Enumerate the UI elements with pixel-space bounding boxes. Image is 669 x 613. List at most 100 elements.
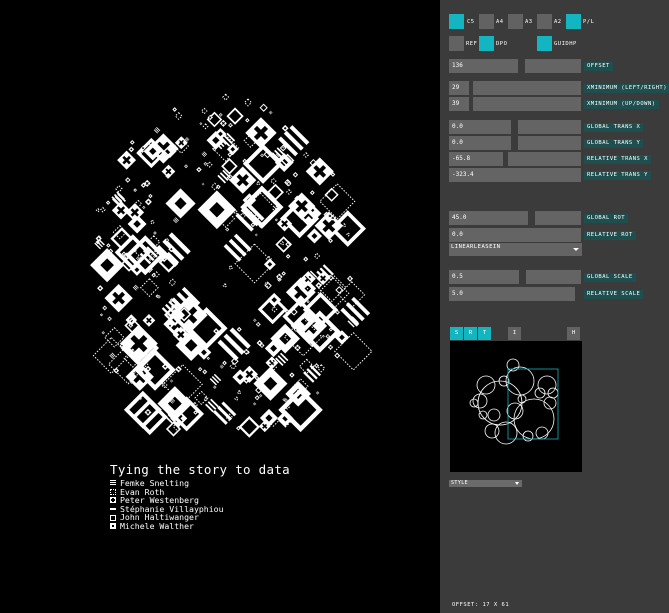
global-trans-x-label: GLOBAL TRANS X xyxy=(584,123,644,132)
stripes-icon xyxy=(110,480,116,487)
square-outline-icon xyxy=(110,514,116,521)
pattern-tile xyxy=(227,152,233,157)
relative-rot-field[interactable]: 0.0 xyxy=(449,228,581,242)
format-c5-label: C5 xyxy=(467,19,475,25)
pattern-tile xyxy=(286,189,292,195)
format-a2-button[interactable] xyxy=(537,14,552,29)
format-a4-button[interactable] xyxy=(479,14,494,29)
global-trans-y-field[interactable]: 0.0 xyxy=(449,136,511,150)
global-scale-value: 0.5 xyxy=(452,273,463,280)
pattern-tile xyxy=(292,172,299,178)
format-a4-label: A4 xyxy=(496,19,504,25)
pattern-tile xyxy=(238,416,261,438)
format-a3-button[interactable] xyxy=(508,14,523,29)
relative-scale-label: RELATIVE SCALE xyxy=(584,290,644,299)
global-trans-y-slider[interactable] xyxy=(518,136,581,150)
tab-i[interactable]: I xyxy=(508,327,521,340)
global-trans-y-label: GLOBAL TRANS Y xyxy=(584,139,644,148)
shape-preview[interactable] xyxy=(450,341,582,472)
dotted-square-icon xyxy=(110,488,116,495)
relative-trans-x-value: -65.8 xyxy=(452,155,471,162)
relative-rot-label: RELATIVE ROT xyxy=(584,231,636,240)
x-minimum-slider[interactable] xyxy=(473,81,581,95)
pattern-tile xyxy=(99,206,106,213)
easing-dropdown[interactable]: LINEARLEASEIN xyxy=(449,243,582,256)
artwork-title: Tying the story to data xyxy=(110,462,290,477)
offset-slider[interactable] xyxy=(525,59,581,73)
pattern-tile xyxy=(168,278,177,287)
x-minimum-label: XMINIMUM (LEFT/RIGHT) xyxy=(584,84,669,93)
pattern-tile xyxy=(234,396,239,402)
dpo-label: DPO xyxy=(496,41,508,47)
x-minimum-field[interactable]: 29 xyxy=(449,81,469,95)
relative-trans-x-label: RELATIVE TRANS X xyxy=(584,155,651,164)
global-rot-field[interactable]: 45.0 xyxy=(449,211,528,225)
pattern-tile xyxy=(324,187,339,202)
pattern-tile xyxy=(228,264,234,271)
global-trans-x-slider[interactable] xyxy=(518,120,581,134)
pattern-tile xyxy=(243,98,253,107)
pattern-tile xyxy=(264,281,272,290)
offset-field[interactable]: 136 xyxy=(449,59,518,73)
relative-trans-x-field[interactable]: -65.8 xyxy=(449,152,503,166)
y-minimum-field[interactable]: 39 xyxy=(449,97,469,111)
global-scale-label: GLOBAL SCALE xyxy=(584,273,636,282)
pattern-tile xyxy=(115,185,123,193)
offset-label: OFFSET xyxy=(584,62,613,71)
pattern-tile xyxy=(139,278,159,297)
y-minimum-value: 39 xyxy=(452,100,460,107)
global-rot-slider[interactable] xyxy=(535,211,581,225)
pattern-tile xyxy=(259,103,268,112)
relative-scale-value: 5.0 xyxy=(452,290,463,297)
global-scale-field[interactable]: 0.5 xyxy=(449,270,519,284)
offset-value: 136 xyxy=(452,62,463,69)
dpo-toggle[interactable] xyxy=(479,36,494,51)
tab-s[interactable]: S xyxy=(450,327,463,340)
style-value: STYLE xyxy=(451,480,469,486)
guide-label: GUIDHP xyxy=(554,41,577,47)
dash-icon xyxy=(110,508,116,511)
guide-toggle[interactable] xyxy=(537,36,552,51)
pattern-tile xyxy=(106,243,111,248)
global-scale-slider[interactable] xyxy=(526,270,581,284)
ref-toggle[interactable] xyxy=(449,36,464,51)
format-c5-button[interactable] xyxy=(449,14,464,29)
x-minimum-value: 29 xyxy=(452,84,460,91)
pattern-tile xyxy=(105,200,111,205)
relative-trans-y-label: RELATIVE TRANS Y xyxy=(584,171,651,180)
global-trans-x-value: 0.0 xyxy=(452,123,463,130)
global-trans-x-field[interactable]: 0.0 xyxy=(449,120,511,134)
easing-value: LINEARLEASEIN xyxy=(451,244,501,250)
tab-t[interactable]: T xyxy=(478,327,491,340)
pattern-tile xyxy=(222,93,230,101)
relative-trans-y-field[interactable]: -323.4 xyxy=(449,168,581,182)
pattern-tile xyxy=(222,283,228,289)
global-rot-label: GLOBAL ROT xyxy=(584,214,629,223)
orientation-label: P/L xyxy=(583,19,595,25)
pattern-tile xyxy=(309,190,315,196)
pattern-tile xyxy=(95,207,101,213)
preview-graphic xyxy=(469,358,559,445)
y-minimum-slider[interactable] xyxy=(473,97,581,111)
orientation-toggle[interactable] xyxy=(566,14,581,29)
relative-scale-field[interactable]: 5.0 xyxy=(449,287,575,301)
pattern-tile xyxy=(341,223,347,228)
tab-r[interactable]: R xyxy=(464,327,477,340)
chevron-down-icon xyxy=(515,482,519,485)
credit-item: Michele Walther xyxy=(110,522,224,531)
pattern-tile xyxy=(270,305,278,313)
pattern-tile xyxy=(233,210,239,215)
control-panel: C5 A4 A3 A2 P/L REF DPO GUIDHP 136 OFFSE… xyxy=(440,0,669,613)
pattern-tile xyxy=(202,123,209,130)
pattern-tile xyxy=(200,107,208,115)
global-rot-value: 45.0 xyxy=(452,214,467,221)
pattern-tile xyxy=(335,286,344,294)
y-minimum-label: XMINIMUM (UP/DOWN) xyxy=(584,100,659,109)
format-a2-label: A2 xyxy=(554,19,562,25)
pattern-tile xyxy=(280,241,285,246)
style-dropdown[interactable]: STYLE xyxy=(449,480,522,487)
tab-h[interactable]: H xyxy=(567,327,580,340)
relative-trans-x-slider[interactable] xyxy=(508,152,581,166)
global-trans-y-value: 0.0 xyxy=(452,139,463,146)
relative-trans-y-value: -323.4 xyxy=(452,171,474,178)
